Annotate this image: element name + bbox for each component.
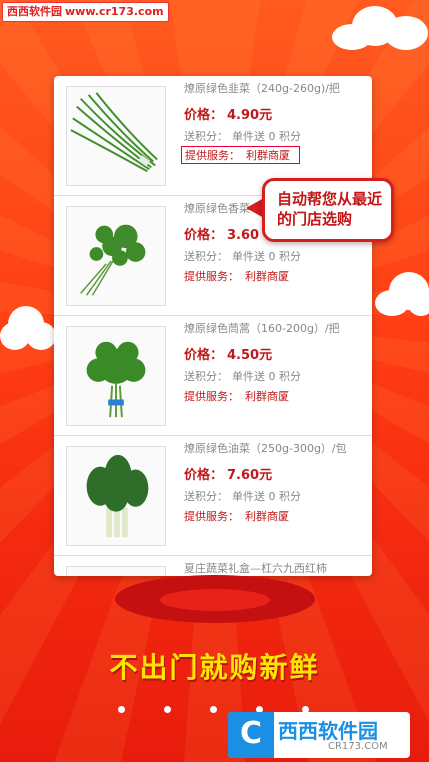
- points-value: 单件送 0 积分: [232, 250, 301, 263]
- cloud-decoration: [375, 270, 429, 318]
- product-name: 夏庄蔬菜礼盒—杠六九西红柿: [184, 562, 327, 575]
- logo-icon: C: [228, 712, 274, 758]
- product-item[interactable]: 燎原绿色茼蒿（160-200g）/把 价格： 4.50元 送积分： 单件送 0 积分…: [54, 316, 372, 436]
- service-value: 利群商厦: [245, 270, 289, 283]
- points-label: 送积分：: [184, 250, 228, 263]
- points-value: 单件送 0 积分: [232, 490, 301, 503]
- crown-daisy-image: [66, 326, 166, 426]
- price-label: 价格：: [184, 228, 224, 243]
- chives-image: [66, 86, 166, 186]
- points-value: 单件送 0 积分: [232, 130, 301, 143]
- cloud-decoration: [322, 0, 429, 50]
- page-dot[interactable]: [164, 706, 171, 713]
- points-label: 送积分：: [184, 490, 228, 503]
- cilantro-image: [66, 206, 166, 306]
- page-dot[interactable]: [118, 706, 125, 713]
- product-name: 燎原绿色茼蒿（160-200g）/把: [184, 322, 340, 335]
- service-label: 提供服务：: [184, 270, 239, 283]
- watermark-brand: 西西软件园: [7, 5, 62, 18]
- product-name: 燎原绿色油菜（250g-300g）/包: [184, 442, 347, 455]
- service-label: 提供服务：: [185, 149, 240, 162]
- price-label: 价格：: [184, 348, 224, 363]
- product-item[interactable]: 燎原绿色油菜（250g-300g）/包 价格： 7.60元 送积分： 单件送 0 积…: [54, 436, 372, 556]
- service-label: 提供服务：: [184, 510, 239, 523]
- cloud-decoration: [0, 306, 56, 350]
- watermark-site: www.cr173.com: [65, 5, 164, 18]
- service-value: 利群商厦: [245, 510, 289, 523]
- bok-choy-image: [66, 446, 166, 546]
- points-label: 送积分：: [184, 130, 228, 143]
- price-value: 4.90元: [227, 108, 273, 123]
- slogan-text: 不出门就购新鲜: [109, 651, 320, 684]
- product-name: 燎原绿色香菜: [184, 202, 250, 215]
- logo-text: 西西软件园: [278, 719, 378, 743]
- service-label: 提供服务：: [184, 390, 239, 403]
- page-dot[interactable]: [210, 706, 217, 713]
- gift-box-image: [66, 566, 166, 576]
- stage-ellipse-inner: [160, 589, 270, 611]
- service-value: 利群商厦: [246, 149, 290, 162]
- price-value: 3.60: [227, 228, 260, 243]
- phone-screen: 燎原绿色韭菜（240g-260g)/把 价格： 4.90元 送积分： 单件送 0 积…: [54, 76, 372, 576]
- site-watermark: 西西软件园 www.cr173.com: [2, 2, 169, 22]
- service-highlight: 提供服务： 利群商厦: [181, 146, 300, 164]
- points-label: 送积分：: [184, 370, 228, 383]
- points-value: 单件送 0 积分: [232, 370, 301, 383]
- footer-logo: C 西西软件园 CR173.COM: [228, 712, 410, 758]
- callout-bubble: 自动帮您从最近的门店选购: [262, 178, 394, 242]
- price-label: 价格：: [184, 108, 224, 123]
- price-value: 4.50元: [227, 348, 273, 363]
- logo-subtext: CR173.COM: [328, 741, 388, 752]
- product-name: 燎原绿色韭菜（240g-260g)/把: [184, 82, 340, 95]
- service-value: 利群商厦: [245, 390, 289, 403]
- product-item[interactable]: 夏庄蔬菜礼盒—杠六九西红柿: [54, 556, 372, 576]
- price-value: 7.60元: [227, 468, 273, 483]
- price-label: 价格：: [184, 468, 224, 483]
